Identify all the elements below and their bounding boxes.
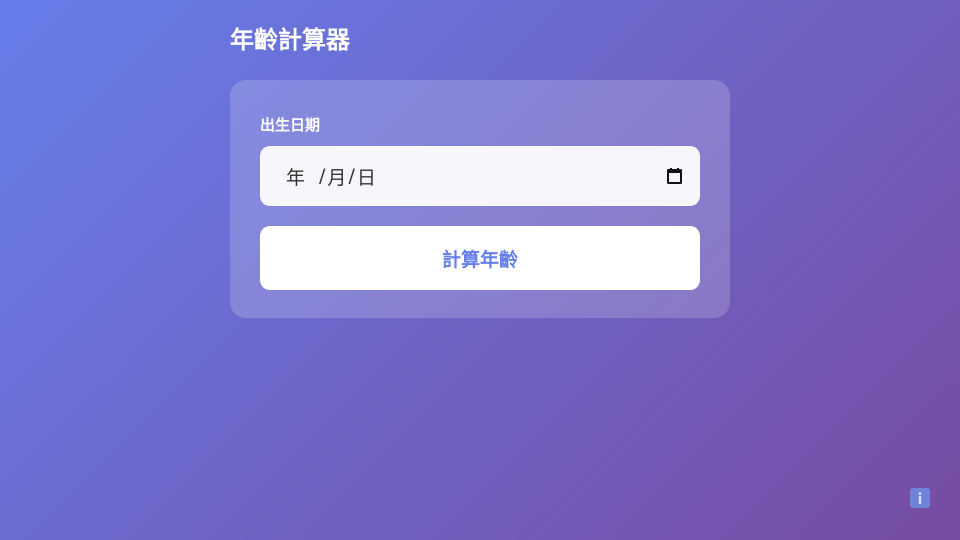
date-day-segment[interactable]: 日 (357, 163, 376, 190)
date-separator: / (319, 165, 326, 187)
birthdate-label: 出生日期 (260, 116, 321, 134)
date-separator: / (348, 165, 355, 187)
page-title: 年齡計算器 (230, 26, 350, 54)
calculate-age-button[interactable]: 計算年齡 (260, 226, 700, 290)
age-calculator-card: 出生日期 年 / 月 / 日 計算年齡 (230, 80, 730, 318)
calendar-icon[interactable] (666, 168, 682, 184)
info-icon[interactable] (910, 488, 930, 508)
date-year-segment[interactable]: 年 (286, 163, 305, 190)
date-segments: 年 / 月 / 日 (286, 163, 666, 190)
date-month-segment[interactable]: 月 (327, 163, 346, 190)
birthdate-input[interactable]: 年 / 月 / 日 (260, 146, 700, 206)
